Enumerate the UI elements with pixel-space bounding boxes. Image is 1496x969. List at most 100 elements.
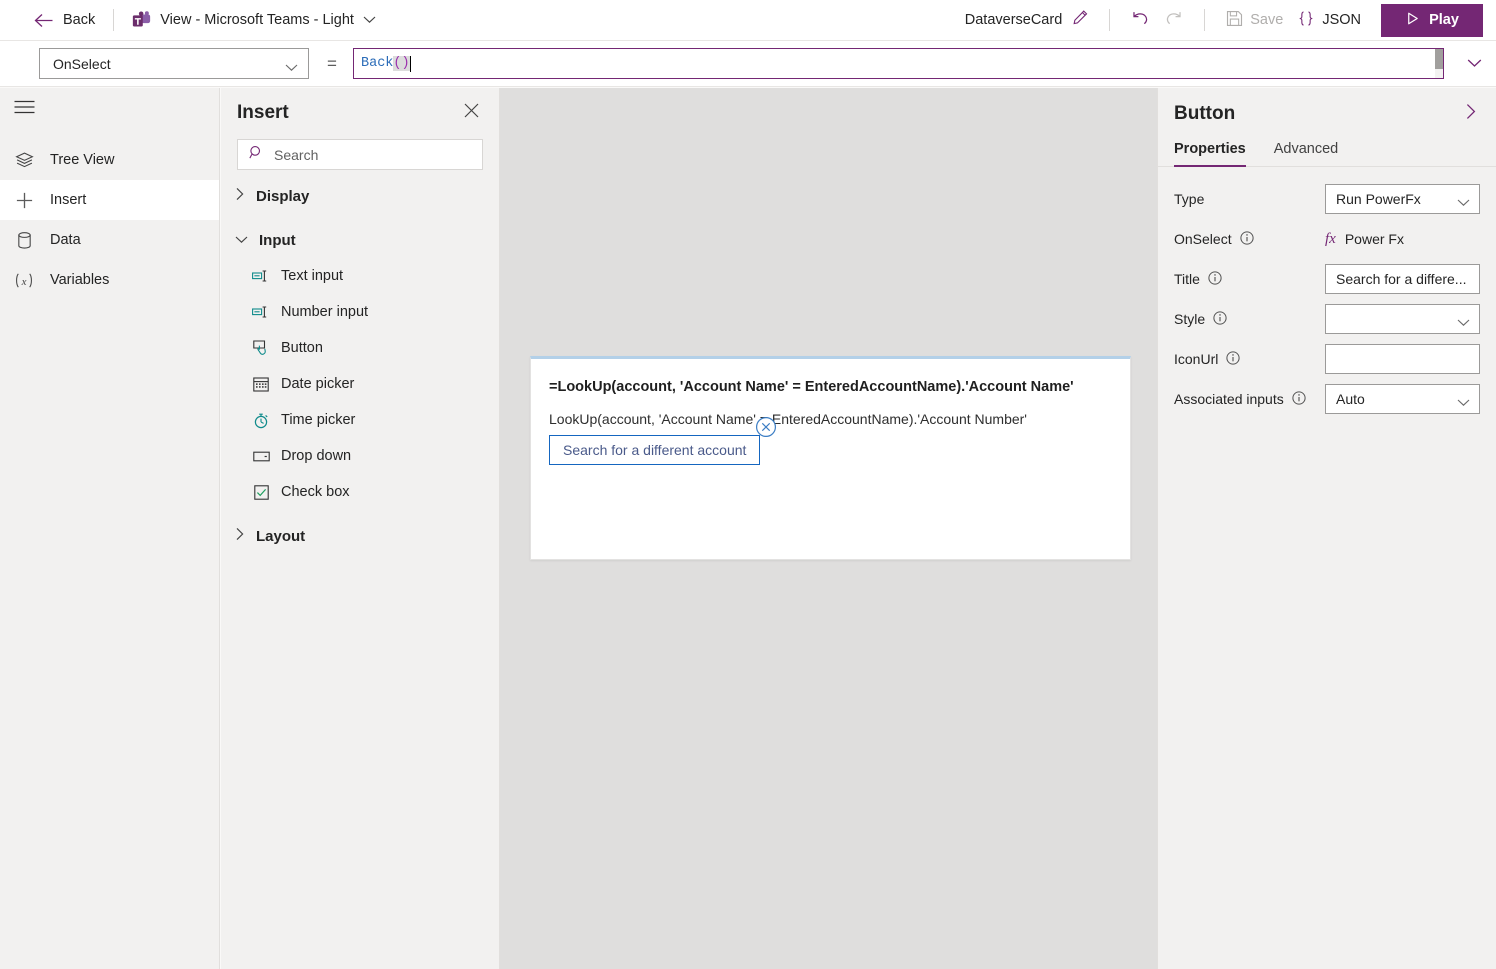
insert-group-label: Display	[256, 187, 310, 205]
redo-button[interactable]	[1157, 4, 1190, 36]
circle-x-icon[interactable]	[755, 416, 777, 438]
layers-icon	[13, 151, 35, 170]
variable-x-icon: x	[13, 271, 35, 290]
tab-label: Properties	[1174, 141, 1246, 157]
insert-item-label: Number input	[281, 304, 369, 320]
title-field-value: Search for a differe...	[1336, 271, 1467, 287]
panel-title: Insert	[237, 102, 289, 123]
property-label: Type	[1174, 191, 1205, 207]
insert-item-number-input[interactable]: Number input	[252, 294, 499, 330]
type-select-value: Run PowerFx	[1336, 191, 1421, 207]
property-row-onselect: OnSelect fx Power Fx	[1158, 219, 1496, 259]
formula-equals-sign: =	[327, 53, 337, 73]
tab-properties[interactable]: Properties	[1174, 141, 1246, 167]
tabs-spacer	[1158, 167, 1496, 179]
property-label: Associated inputs	[1174, 391, 1284, 407]
insert-item-time-picker[interactable]: Time picker	[252, 402, 499, 438]
chevron-down-icon	[285, 59, 298, 75]
adaptive-card-preview[interactable]: =LookUp(account, 'Account Name' = Entere…	[530, 356, 1131, 560]
property-control-wrap	[1325, 304, 1480, 334]
chevron-down-icon	[363, 11, 376, 29]
type-select[interactable]: Run PowerFx	[1325, 184, 1480, 214]
onselect-powerfx-label: Power Fx	[1344, 231, 1404, 247]
property-select[interactable]: OnSelect	[39, 48, 309, 79]
search-input[interactable]: Search	[237, 139, 483, 170]
iconurl-field[interactable]	[1325, 344, 1480, 374]
chevron-right-icon[interactable]	[1463, 101, 1479, 127]
info-icon[interactable]	[1213, 310, 1227, 328]
pencil-icon[interactable]	[1072, 9, 1089, 31]
property-label-group: Associated inputs	[1174, 390, 1325, 408]
close-icon[interactable]	[462, 101, 481, 125]
play-button-label: Play	[1429, 12, 1459, 28]
info-icon[interactable]	[1208, 270, 1222, 288]
play-button[interactable]: Play	[1381, 3, 1483, 37]
document-title-menu[interactable]: View - Microsoft Teams - Light	[128, 4, 380, 36]
number-input-icon	[252, 303, 270, 321]
fx-icon: fx	[1325, 230, 1336, 247]
property-control-wrap: Search for a differe...	[1325, 264, 1480, 294]
search-icon	[249, 145, 264, 165]
insert-item-button[interactable]: Button	[252, 330, 499, 366]
text-input-icon	[252, 267, 270, 285]
card-name-label: DataverseCard	[964, 12, 1063, 28]
tab-label: Advanced	[1273, 141, 1339, 157]
info-icon[interactable]	[1239, 230, 1254, 248]
onselect-powerfx-button[interactable]: fx Power Fx	[1325, 231, 1480, 248]
save-button[interactable]: Save	[1219, 4, 1290, 36]
insert-item-check-box[interactable]: Check box	[252, 474, 499, 510]
sidebar-item-insert[interactable]: Insert	[0, 180, 219, 220]
sidebar-item-tree-view[interactable]: Tree View	[0, 140, 219, 180]
formula-input[interactable]: Back()	[353, 48, 1444, 79]
insert-panel: Insert Search Display Input Text input N…	[221, 88, 500, 969]
associated-inputs-value: Auto	[1336, 391, 1365, 407]
insert-item-text-input[interactable]: Text input	[252, 258, 499, 294]
sidebar-item-data[interactable]: Data	[0, 220, 219, 260]
property-control-wrap: fx Power Fx	[1325, 231, 1480, 248]
sidebar-item-variables[interactable]: x Variables	[0, 260, 219, 300]
arrow-left-icon	[34, 13, 53, 28]
formula-function-token: Back	[361, 56, 394, 71]
undo-icon	[1131, 10, 1150, 31]
dropdown-icon	[252, 447, 270, 465]
properties-panel: Button Properties Advanced Type Run Powe…	[1157, 88, 1496, 969]
associated-inputs-select[interactable]: Auto	[1325, 384, 1480, 414]
checkbox-icon	[252, 483, 270, 501]
property-control-wrap	[1325, 344, 1480, 374]
insert-item-label: Drop down	[281, 448, 352, 464]
formula-scrollbar[interactable]	[1435, 49, 1443, 78]
insert-item-label: Check box	[281, 484, 350, 500]
formula-expand-button[interactable]	[1452, 42, 1496, 86]
json-button[interactable]: JSON	[1290, 4, 1368, 36]
insert-item-drop-down[interactable]: Drop down	[252, 438, 499, 474]
sidebar-item-label: Variables	[50, 272, 110, 288]
save-disk-icon	[1226, 10, 1243, 31]
hamburger-menu-icon[interactable]	[0, 90, 48, 124]
back-button-label: Back	[63, 12, 96, 28]
back-button[interactable]: Back	[30, 4, 99, 36]
sidebar-item-label: Insert	[50, 192, 87, 208]
undo-button[interactable]	[1124, 4, 1157, 36]
left-rail: Tree View Insert Data x Variables	[0, 88, 220, 969]
tab-advanced[interactable]: Advanced	[1274, 141, 1339, 166]
card-action-button[interactable]: Search for a different account	[549, 435, 761, 465]
insert-group-display[interactable]: Display	[235, 178, 499, 214]
property-label: IconUrl	[1174, 351, 1219, 367]
property-row-title: Title Search for a differe...	[1158, 259, 1496, 299]
search-input-placeholder: Search	[274, 146, 319, 163]
property-label: OnSelect	[1174, 231, 1232, 247]
insert-item-label: Time picker	[281, 412, 356, 428]
info-icon[interactable]	[1226, 350, 1240, 368]
insert-group-layout[interactable]: Layout	[235, 518, 499, 554]
insert-group-input[interactable]: Input	[235, 222, 499, 258]
insert-item-date-picker[interactable]: Date picker	[252, 366, 499, 402]
property-label-group: Type	[1174, 191, 1325, 207]
property-label-group: OnSelect	[1174, 230, 1325, 248]
info-icon[interactable]	[1292, 390, 1306, 408]
insert-item-label: Date picker	[281, 376, 355, 392]
properties-panel-header: Button	[1158, 88, 1496, 127]
style-select[interactable]	[1325, 304, 1480, 334]
plus-icon	[13, 191, 35, 210]
canvas-area: =LookUp(account, 'Account Name' = Entere…	[500, 88, 1157, 969]
title-field[interactable]: Search for a differe...	[1325, 264, 1480, 294]
